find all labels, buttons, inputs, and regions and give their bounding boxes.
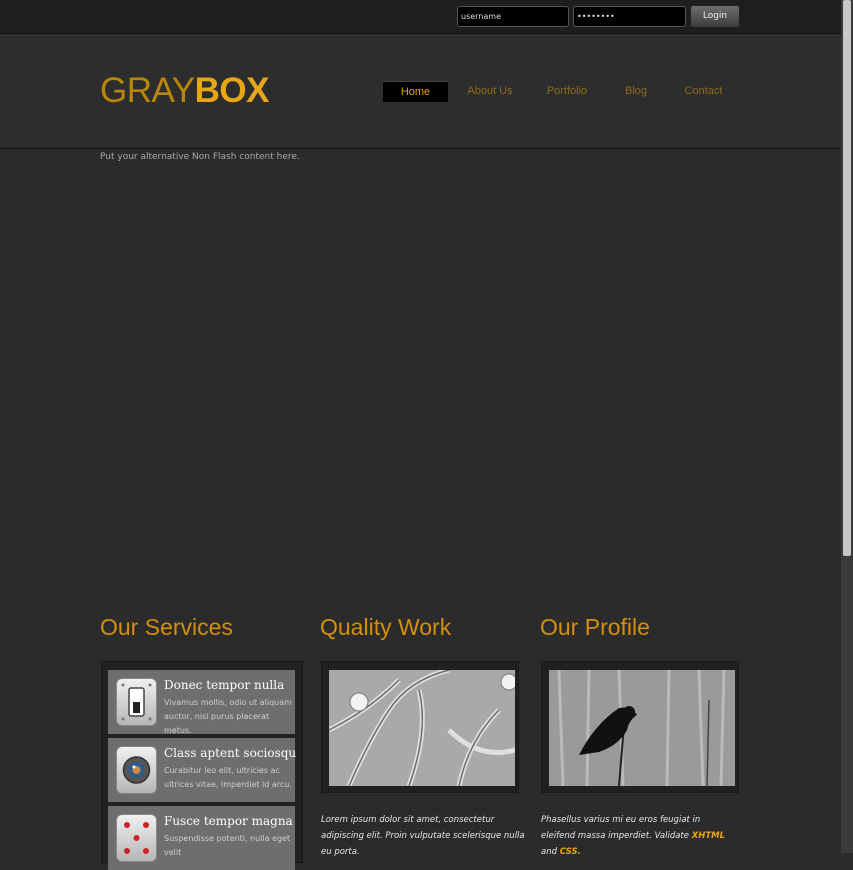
login-button[interactable]: Login bbox=[690, 5, 740, 28]
css-link[interactable]: CSS. bbox=[560, 847, 581, 857]
username-input[interactable] bbox=[457, 6, 569, 27]
bird-on-reed-photo bbox=[549, 670, 735, 786]
scrollbar[interactable] bbox=[841, 0, 853, 853]
service-item[interactable]: Class aptent sociosqu Curabitur leo elit… bbox=[108, 738, 297, 802]
nav-home[interactable]: Home bbox=[383, 81, 448, 102]
service-item[interactable]: Fusce tempor magna Suspendisse potenti, … bbox=[108, 806, 295, 870]
service-title: Class aptent sociosqu bbox=[164, 746, 297, 760]
services-panel: Donec tempor nulla Vivamus mollis, odio … bbox=[101, 661, 303, 870]
quality-title: Quality Work bbox=[320, 614, 452, 640]
nav-about-us[interactable]: About Us bbox=[462, 81, 518, 101]
logo-gray: GRAY bbox=[100, 71, 195, 110]
branches-with-water-drops-photo bbox=[329, 670, 515, 786]
service-item[interactable]: Donec tempor nulla Vivamus mollis, odio … bbox=[108, 670, 295, 735]
logo[interactable]: GRAYBOX bbox=[100, 71, 269, 111]
quality-image-frame bbox=[321, 661, 519, 793]
scrollbar-thumb[interactable] bbox=[843, 0, 851, 556]
login-bar: Login bbox=[0, 0, 841, 34]
service-text: Vivamus mollis, odio ut aliquam auctor, … bbox=[164, 698, 292, 735]
service-text: Suspendisse potenti, nulla eget velit bbox=[164, 834, 291, 857]
flash-alt-content: Put your alternative Non Flash content h… bbox=[100, 152, 300, 162]
service-title: Donec tempor nulla bbox=[164, 678, 285, 692]
camera-icon bbox=[116, 746, 157, 794]
xhtml-link[interactable]: XHTML bbox=[692, 831, 725, 841]
dice-icon bbox=[116, 814, 157, 862]
logo-box: BOX bbox=[194, 71, 270, 110]
profile-caption-and: and bbox=[541, 847, 557, 857]
nav-portfolio[interactable]: Portfolio bbox=[541, 81, 593, 101]
profile-caption-text: Phasellus varius mi eu eros feugiat in e… bbox=[541, 815, 701, 841]
switch-icon bbox=[116, 678, 157, 726]
profile-title: Our Profile bbox=[540, 614, 650, 640]
services-title: Our Services bbox=[100, 614, 233, 640]
nav-contact[interactable]: Contact bbox=[680, 81, 727, 101]
password-input[interactable] bbox=[573, 6, 686, 27]
service-title: Fusce tempor magna bbox=[164, 814, 293, 828]
service-text: Curabitur leo elit, ultricies ac ultrice… bbox=[164, 766, 292, 789]
profile-image-frame bbox=[541, 661, 739, 793]
nav-blog[interactable]: Blog bbox=[617, 81, 655, 101]
